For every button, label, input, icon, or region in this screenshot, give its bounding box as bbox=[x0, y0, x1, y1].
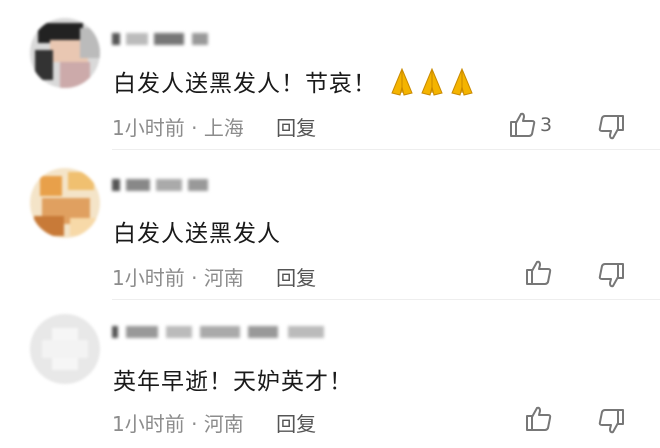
dislike-icon[interactable] bbox=[596, 406, 626, 436]
comment-text: 白发人送黑发人！节哀！ bbox=[113, 64, 475, 103]
comment-item: 白发人送黑发人 1小时前 · 河南 回复 bbox=[0, 150, 660, 300]
like-icon[interactable] bbox=[524, 258, 554, 288]
comment-item: 英年早逝！天妒英才！ 1小时前 · 河南 回复 bbox=[0, 300, 660, 448]
location: 上海 bbox=[203, 116, 244, 140]
username[interactable] bbox=[112, 324, 327, 340]
location: 河南 bbox=[203, 266, 244, 290]
comment-meta: 1小时前 · 河南 回复 bbox=[112, 262, 316, 291]
timestamp: 1小时前 bbox=[112, 412, 185, 436]
avatar[interactable] bbox=[30, 314, 100, 384]
meta-separator: · bbox=[191, 116, 198, 140]
avatar[interactable] bbox=[30, 18, 100, 88]
comment-item: 白发人送黑发人！节哀！ 1小时前 · 上海 回复 3 bbox=[0, 0, 660, 150]
folded-hands-icon bbox=[419, 67, 445, 103]
reply-button[interactable]: 回复 bbox=[276, 116, 316, 140]
reply-button[interactable]: 回复 bbox=[276, 266, 316, 290]
timestamp: 1小时前 bbox=[112, 116, 185, 140]
comment-meta: 1小时前 · 上海 回复 bbox=[112, 112, 316, 141]
dislike-icon[interactable] bbox=[596, 112, 626, 142]
avatar[interactable] bbox=[30, 168, 100, 238]
comment-text: 白发人送黑发人 bbox=[113, 214, 281, 248]
comment-text-content: 白发人送黑发人！节哀！ bbox=[113, 71, 377, 97]
like-icon[interactable] bbox=[524, 404, 554, 434]
like-icon[interactable] bbox=[508, 110, 538, 140]
meta-separator: · bbox=[191, 266, 198, 290]
comment-meta: 1小时前 · 河南 回复 bbox=[112, 408, 316, 437]
username[interactable] bbox=[112, 177, 212, 193]
folded-hands-icon bbox=[389, 67, 415, 103]
comment-text-content: 白发人送黑发人 bbox=[113, 221, 281, 247]
location: 河南 bbox=[203, 412, 244, 436]
username[interactable] bbox=[112, 31, 212, 47]
folded-hands-icon bbox=[449, 67, 475, 103]
reply-button[interactable]: 回复 bbox=[276, 412, 316, 436]
timestamp: 1小时前 bbox=[112, 266, 185, 290]
dislike-icon[interactable] bbox=[596, 260, 626, 290]
like-count: 3 bbox=[540, 114, 553, 136]
comment-text: 英年早逝！天妒英才！ bbox=[113, 362, 353, 396]
meta-separator: · bbox=[191, 412, 198, 436]
comment-text-content: 英年早逝！天妒英才！ bbox=[113, 369, 353, 395]
